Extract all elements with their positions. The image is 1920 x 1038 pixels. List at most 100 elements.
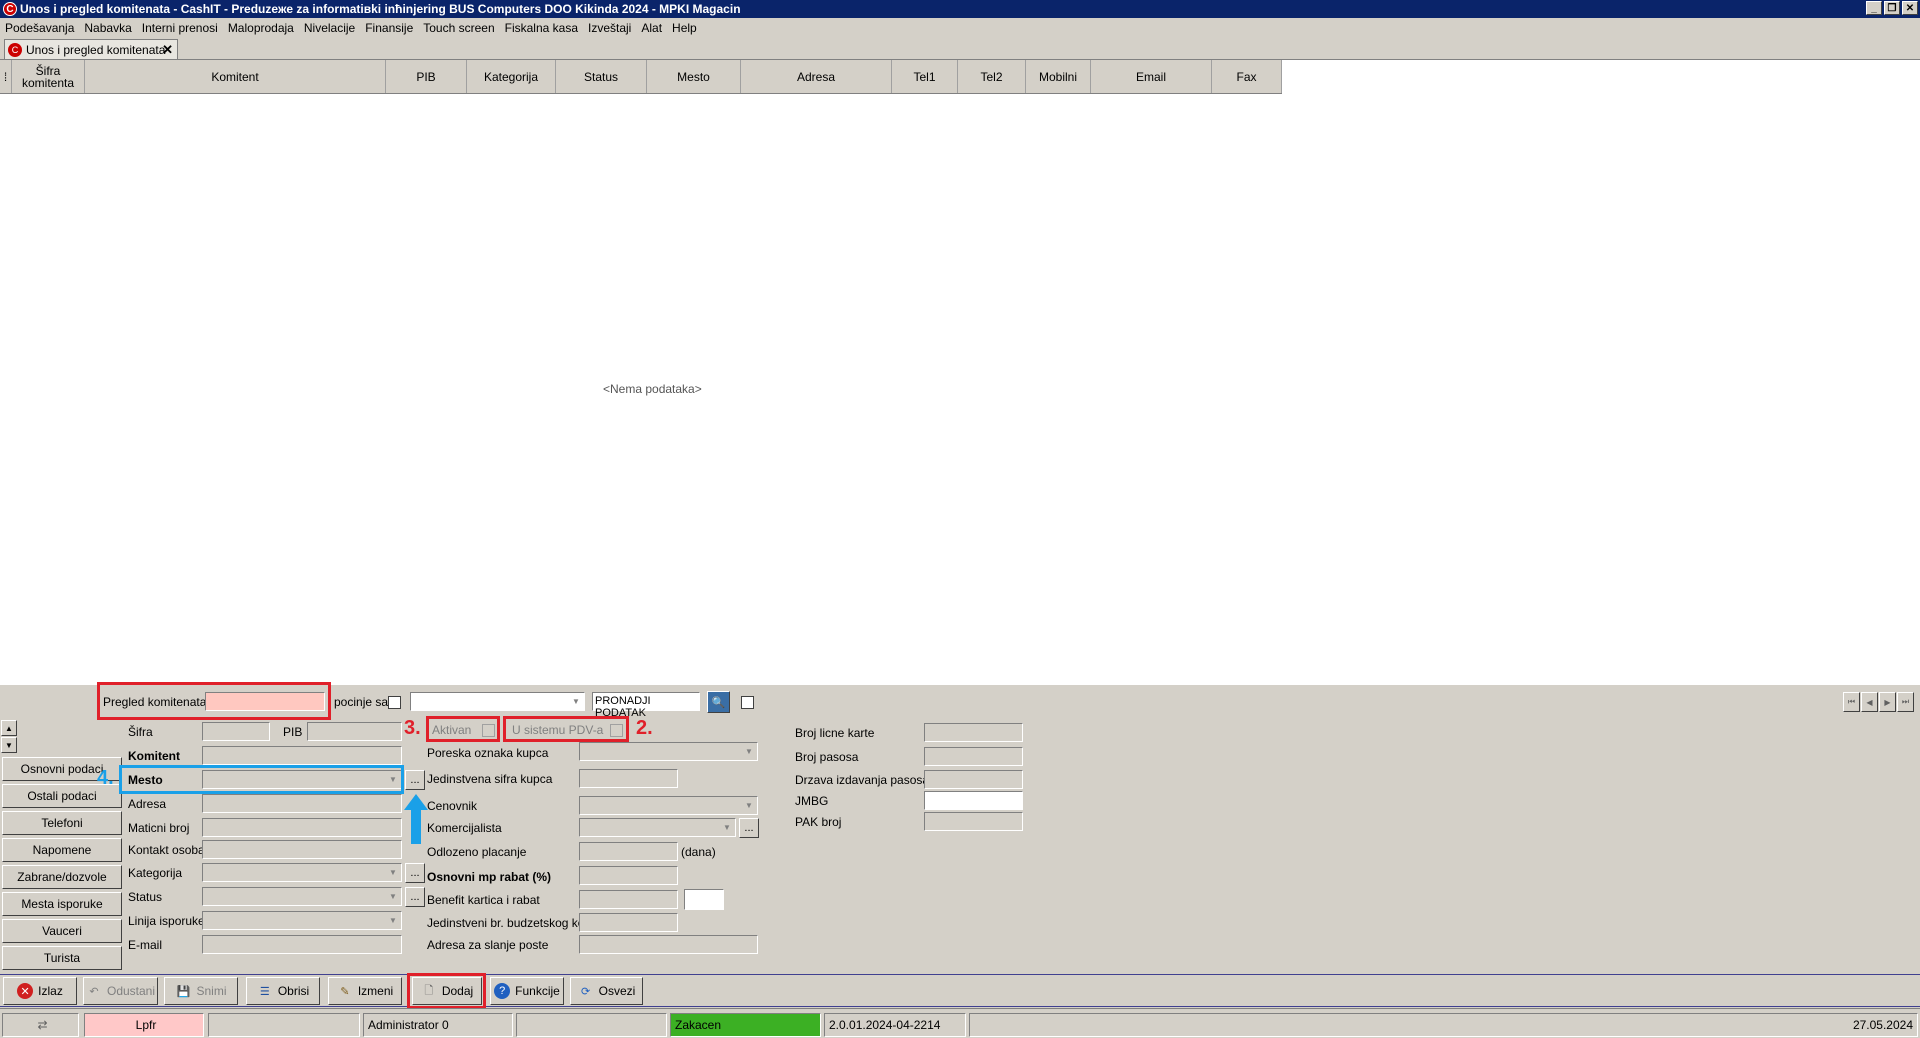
benefit-rabat-field[interactable] (684, 889, 724, 910)
side-tab-turista[interactable]: Turista (2, 946, 122, 970)
side-tab-mesta-isporuke[interactable]: Mesta isporuke (2, 892, 122, 916)
row-selector-icon[interactable]: ⁞ (0, 60, 12, 93)
pib-field[interactable] (307, 722, 402, 741)
menu-item-podesavanja[interactable]: Podešavanja (0, 21, 79, 35)
minimize-button[interactable]: _ (1866, 1, 1882, 15)
kategorija-ellipsis-button[interactable]: ... (405, 863, 425, 883)
menu-item-alat[interactable]: Alat (636, 21, 667, 35)
funkcije-button[interactable]: ? Funkcije (490, 977, 564, 1005)
side-tab-telefoni[interactable]: Telefoni (2, 811, 122, 835)
cenovnik-dropdown[interactable]: ▼ (579, 796, 758, 815)
maticni-broj-field[interactable] (202, 818, 402, 837)
close-tab-icon[interactable]: ✕ (162, 42, 173, 58)
column-header-fax[interactable]: Fax (1212, 60, 1282, 93)
adresa-field[interactable] (202, 794, 402, 813)
snimi-button[interactable]: 💾 Snimi (164, 977, 238, 1005)
search-field-dropdown[interactable]: ▼ (410, 692, 585, 711)
tab-unos-komitenata[interactable]: C Unos i pregled komitenata ✕ (4, 39, 178, 59)
odustani-button[interactable]: ↶ Odustani (83, 977, 158, 1005)
menu-item-help[interactable]: Help (667, 21, 702, 35)
poreska-oznaka-dropdown[interactable]: ▼ (579, 742, 758, 761)
column-header-status[interactable]: Status (556, 60, 647, 93)
kategorija-dropdown[interactable]: ▼ (202, 863, 402, 882)
tab-label: Unos i pregled komitenata (26, 42, 166, 57)
drzava-pasosa-label: Drzava izdavanja pasosa (795, 773, 930, 787)
adresa-poste-field[interactable] (579, 935, 758, 954)
osvezi-button[interactable]: ⟳ Osvezi (570, 977, 643, 1005)
benefit-kartica-field[interactable] (579, 890, 678, 909)
status-empty-1 (208, 1013, 360, 1037)
obrisi-button[interactable]: ☰ Obrisi (246, 977, 320, 1005)
column-header-sifra[interactable]: Šifra komitenta (12, 60, 85, 93)
komitent-label: Komitent (128, 749, 180, 763)
extra-search-checkbox[interactable] (741, 696, 754, 709)
refresh-icon: ⟳ (581, 985, 591, 998)
menu-item-nabavka[interactable]: Nabavka (79, 21, 136, 35)
side-tab-zabrane-dozvole[interactable]: Zabrane/dozvole (2, 865, 122, 889)
annotation-box-search (97, 682, 331, 720)
menu-item-izvestaji[interactable]: Izveštaji (583, 21, 636, 35)
menu-item-maloprodaja[interactable]: Maloprodaja (223, 21, 299, 35)
next-record-button[interactable]: ▶ (1879, 692, 1896, 712)
menu-item-interni-prenosi[interactable]: Interni prenosi (137, 21, 223, 35)
column-header-tel2[interactable]: Tel2 (958, 60, 1026, 93)
odustani-label: Odustani (106, 984, 156, 998)
column-header-email[interactable]: Email (1091, 60, 1212, 93)
status-dropdown[interactable]: ▼ (202, 887, 402, 906)
jmbg-field[interactable] (924, 791, 1023, 810)
pocinje-sa-checkbox[interactable] (388, 696, 401, 709)
menu-item-fiskalna-kasa[interactable]: Fiskalna kasa (500, 21, 583, 35)
side-tab-vauceri[interactable]: Vauceri (2, 919, 122, 943)
status-empty-2 (516, 1013, 667, 1037)
izmeni-button[interactable]: ✎ Izmeni (328, 977, 402, 1005)
restore-button[interactable]: ❐ (1884, 1, 1900, 15)
sifra-field[interactable] (202, 722, 270, 741)
prev-record-button[interactable]: ◀ (1861, 692, 1878, 712)
column-header-adresa[interactable]: Adresa (741, 60, 892, 93)
search-icon: 🔍 (711, 696, 726, 709)
delete-list-icon: ☰ (259, 985, 270, 998)
jedinstvena-sifra-field[interactable] (579, 769, 678, 788)
close-window-button[interactable]: ✕ (1902, 1, 1918, 15)
side-tab-napomene[interactable]: Napomene (2, 838, 122, 862)
broj-pasosa-field[interactable] (924, 747, 1023, 766)
first-record-button[interactable]: ⏮ (1843, 692, 1860, 712)
linija-isporuke-dropdown[interactable]: ▼ (202, 911, 402, 930)
column-header-komitent[interactable]: Komitent (85, 60, 386, 93)
last-record-button[interactable]: ⏭ (1897, 692, 1914, 712)
help-icon: ? (494, 983, 511, 999)
chevron-down-icon: ▼ (723, 823, 731, 832)
scroll-up-icon[interactable]: ▲ (1, 720, 17, 736)
obrisi-label: Obrisi (277, 984, 310, 998)
edit-icon: ✎ (340, 985, 350, 998)
komercijalista-ellipsis-button[interactable]: ... (739, 818, 759, 838)
jedinstveni-br-field[interactable] (579, 913, 678, 932)
drzava-pasosa-field[interactable] (924, 770, 1023, 789)
pak-broj-field[interactable] (924, 812, 1023, 831)
broj-licne-field[interactable] (924, 723, 1023, 742)
mesto-ellipsis-button[interactable]: ... (405, 770, 425, 790)
status-ellipsis-button[interactable]: ... (405, 887, 425, 907)
column-header-mesto[interactable]: Mesto (647, 60, 741, 93)
column-header-kategorija[interactable]: Kategorija (467, 60, 556, 93)
menu-item-finansije[interactable]: Finansije (360, 21, 418, 35)
komitent-field[interactable] (202, 746, 402, 765)
column-header-tel1[interactable]: Tel1 (892, 60, 958, 93)
search-button[interactable]: 🔍 (707, 691, 730, 713)
email-field[interactable] (202, 935, 402, 954)
scroll-down-icon[interactable]: ▼ (1, 737, 17, 753)
pak-broj-label: PAK broj (795, 815, 842, 829)
menu-item-nivelacije[interactable]: Nivelacije (299, 21, 360, 35)
osnovni-rabat-field[interactable] (579, 866, 678, 885)
izlaz-button[interactable]: ✕ Izlaz (3, 977, 77, 1005)
komercijalista-dropdown[interactable]: ▼ (579, 818, 736, 837)
chevron-down-icon: ▼ (389, 916, 397, 925)
odlozeno-placanje-label: Odlozeno placanje (427, 845, 527, 859)
column-header-mobilni[interactable]: Mobilni (1026, 60, 1091, 93)
column-header-pib[interactable]: PIB (386, 60, 467, 93)
odlozeno-placanje-field[interactable] (579, 842, 678, 861)
kontakt-osoba-field[interactable] (202, 840, 402, 859)
menu-item-touch-screen[interactable]: Touch screen (418, 21, 499, 35)
pronadji-podatak-field[interactable]: PRONADJI PODATAK (592, 692, 700, 719)
date-status: 27.05.2024 (969, 1013, 1918, 1037)
